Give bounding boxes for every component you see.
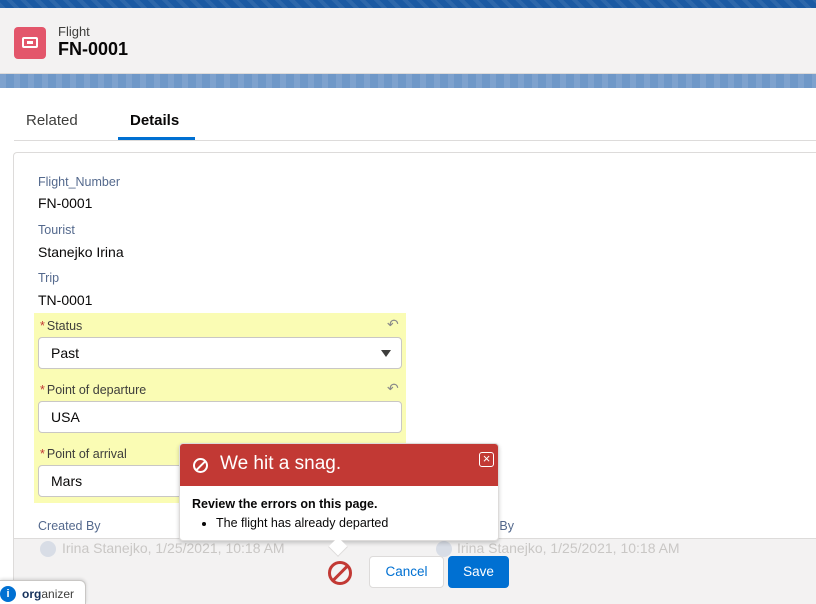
undo-departure-icon[interactable]: ↶ [387,381,401,395]
flight-number-label: Flight_Number [38,175,120,189]
error-popover-title: We hit a snag. [220,453,342,474]
header-banner [0,74,816,88]
status-label: * Status [40,319,83,333]
trip-label: Trip [38,271,60,285]
error-popover: We hit a snag. × Review the errors on th… [179,443,499,557]
error-indicator-icon[interactable] [328,561,352,585]
arrival-label: * Point of arrival [40,447,127,461]
tab-related[interactable]: Related [26,112,78,129]
organizer-label: organizer [22,587,75,601]
trip-value: TN-0001 [38,292,93,308]
undo-status-icon[interactable]: ↶ [387,317,401,331]
error-popover-header: We hit a snag. × [180,444,498,486]
record-header: Flight FN-0001 [0,8,816,74]
created-by-label: Created By [38,519,101,533]
organizer-widget[interactable]: i organizer [0,580,86,604]
user-avatar-icon [436,541,452,557]
tabs-divider [14,140,816,141]
info-icon: i [0,586,16,602]
cancel-button[interactable]: Cancel [369,556,444,588]
error-icon [193,458,208,473]
user-avatar-icon [40,541,56,557]
tab-details[interactable]: Details [130,112,179,129]
departure-label: * Point of departure [40,383,147,397]
tourist-value: Stanejko Irina [38,244,124,260]
flight-number-value: FN-0001 [38,195,93,211]
departure-input[interactable]: USA [38,401,402,433]
top-banner [0,0,816,8]
close-icon[interactable]: × [479,452,494,467]
chevron-down-icon [381,350,391,357]
error-item[interactable]: The flight has already departed [216,516,388,530]
save-button[interactable]: Save [448,556,509,588]
status-select[interactable]: Past [38,337,402,369]
error-heading: Review the errors on this page. [192,497,378,511]
object-label: Flight [58,24,90,39]
status-select-value: Past [51,345,80,361]
record-title: FN-0001 [58,39,129,59]
ticket-icon [14,27,46,59]
tourist-label: Tourist [38,223,75,237]
modified-by-value: Irina Stanejko, 1/25/2021, 10:18 AM [457,540,680,556]
error-list: The flight has already departed [216,516,388,530]
created-by-value: Irina Stanejko, 1/25/2021, 10:18 AM [62,540,285,556]
